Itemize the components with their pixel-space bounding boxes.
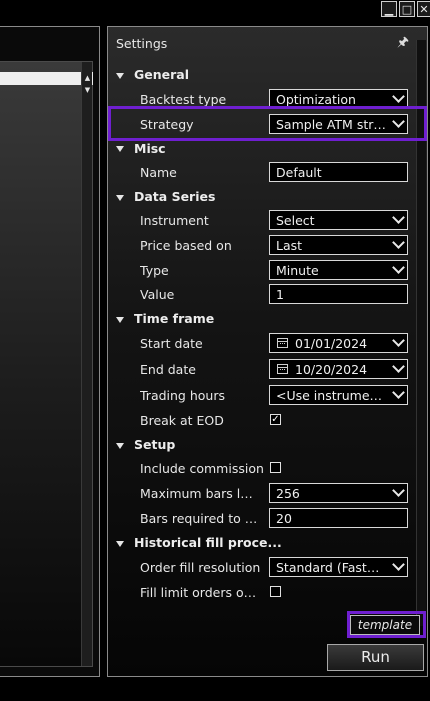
left-list-header (0, 72, 93, 85)
category-general[interactable]: General (134, 67, 189, 82)
chevron-down-icon (392, 90, 405, 103)
collapse-time-frame-icon[interactable] (116, 317, 124, 323)
close-icon: ✕ (419, 2, 429, 16)
end-date-picker[interactable]: 10/20/2024 (269, 359, 408, 379)
end-date-label: End date (140, 362, 196, 377)
start-date-value: 01/01/2024 (295, 336, 368, 351)
value-input[interactable]: 1 (269, 284, 408, 304)
name-value: Default (276, 165, 322, 180)
collapse-historical-fill-icon[interactable] (116, 541, 124, 547)
pin-icon[interactable]: 🖈 (397, 33, 409, 55)
bars-required-value: 20 (276, 511, 292, 526)
backtest-type-value: Optimization (276, 92, 356, 107)
bars-required-label: Bars required to tra... (140, 511, 258, 526)
start-date-label: Start date (140, 336, 203, 351)
collapse-data-series-icon[interactable] (116, 195, 124, 201)
strategy-highlight (108, 106, 427, 141)
template-highlight (347, 611, 426, 638)
trading-hours-value: <Use instrument... (276, 388, 387, 403)
chevron-down-icon (392, 558, 405, 571)
window-titlebar: ▁ □ ✕ (0, 0, 430, 20)
chevron-down-icon (392, 360, 405, 373)
chevron-down-icon (392, 334, 405, 347)
break-at-eod-checkbox[interactable]: ✓ (270, 414, 281, 425)
include-commission-checkbox[interactable] (270, 462, 281, 473)
collapse-setup-icon[interactable] (116, 443, 124, 449)
chevron-down-icon (392, 484, 405, 497)
value-value: 1 (276, 287, 284, 302)
chevron-down-icon (392, 386, 405, 399)
order-fill-resolution-value: Standard (Fastest) (276, 560, 387, 575)
name-label: Name (140, 165, 177, 180)
price-based-on-select[interactable]: Last (269, 235, 408, 255)
chevron-down-icon (392, 261, 405, 274)
minimize-button[interactable]: ▁ (381, 1, 397, 17)
type-select[interactable]: Minute (269, 260, 408, 280)
trading-hours-select[interactable]: <Use instrument... (269, 385, 408, 405)
order-fill-resolution-select[interactable]: Standard (Fastest) (269, 557, 408, 577)
instrument-label: Instrument (140, 213, 209, 228)
price-based-on-value: Last (276, 238, 303, 253)
name-input[interactable]: Default (269, 162, 408, 182)
minimize-icon: ▁ (384, 2, 394, 16)
type-label: Type (140, 263, 169, 278)
calendar-icon (277, 338, 288, 348)
instrument-value: Select (276, 213, 315, 228)
run-button[interactable]: Run (327, 644, 424, 671)
end-date-value: 10/20/2024 (295, 362, 368, 377)
chevron-down-icon (392, 211, 405, 224)
maximize-icon: □ (401, 2, 413, 16)
collapse-misc-icon[interactable] (116, 146, 124, 152)
collapse-general-icon[interactable] (116, 73, 124, 79)
left-list: ▲ ▼ (0, 61, 93, 667)
bars-required-input[interactable]: 20 (269, 508, 408, 528)
trading-hours-label: Trading hours (140, 388, 225, 403)
start-date-picker[interactable]: 01/01/2024 (269, 333, 408, 353)
category-misc[interactable]: Misc (134, 141, 166, 156)
category-setup[interactable]: Setup (134, 437, 175, 452)
include-commission-label: Include commission (140, 461, 264, 476)
maximum-bars-label: Maximum bars loo... (140, 486, 258, 501)
calendar-icon (277, 364, 288, 374)
fill-limit-orders-label: Fill limit orders on t... (140, 585, 258, 600)
scroll-down-icon[interactable]: ▼ (83, 86, 92, 95)
backtest-type-label: Backtest type (140, 92, 227, 107)
order-fill-resolution-label: Order fill resolution (140, 560, 261, 575)
settings-title: Settings (116, 36, 168, 51)
category-historical-fill[interactable]: Historical fill proce... (134, 535, 282, 550)
maximize-button[interactable]: □ (399, 1, 415, 17)
price-based-on-label: Price based on (140, 238, 232, 253)
category-data-series[interactable]: Data Series (134, 189, 215, 204)
break-at-eod-label: Break at EOD (140, 413, 224, 428)
instrument-select[interactable]: Select (269, 210, 408, 230)
maximum-bars-value: 256 (276, 486, 300, 501)
close-button[interactable]: ✕ (417, 1, 430, 17)
type-value: Minute (276, 263, 319, 278)
fill-limit-orders-checkbox[interactable] (270, 586, 281, 597)
left-scrollbar[interactable]: ▲ ▼ (81, 62, 92, 666)
category-time-frame[interactable]: Time frame (134, 311, 214, 326)
scroll-up-icon[interactable]: ▲ (83, 74, 92, 83)
chevron-down-icon (392, 236, 405, 249)
value-label: Value (140, 287, 175, 302)
left-panel: ▲ ▼ (0, 26, 100, 677)
maximum-bars-select[interactable]: 256 (269, 483, 408, 503)
